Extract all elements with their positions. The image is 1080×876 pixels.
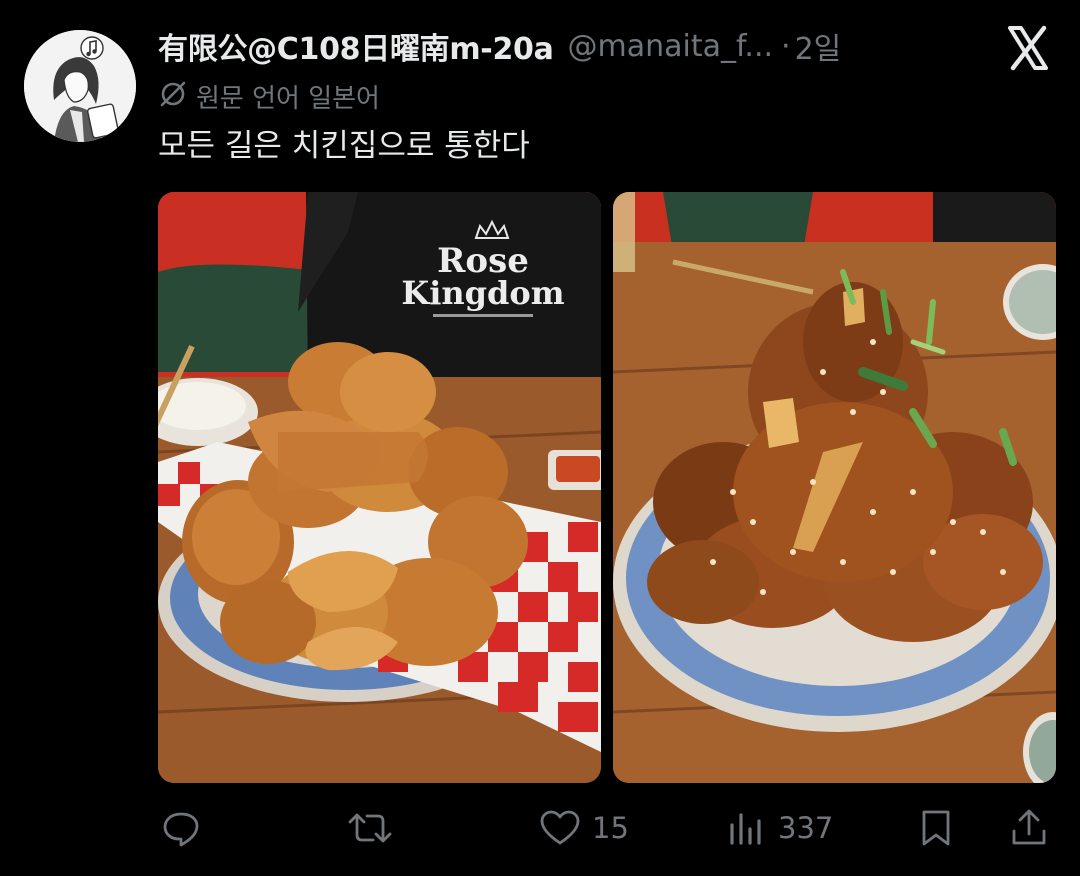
photo-sauced-chicken[interactable] (613, 192, 1056, 783)
action-bar: 15 337 (158, 800, 1056, 856)
bookmark-icon (916, 807, 956, 849)
bookmark-button[interactable] (916, 800, 956, 856)
views-count: 337 (778, 811, 834, 845)
like-button[interactable]: 15 (538, 800, 629, 856)
photo-fried-chicken[interactable]: Rose Kingdom (158, 192, 601, 783)
display-name[interactable]: 有限公@C108日曜南m-20a (158, 24, 554, 68)
tweet-header: 有限公@C108日曜南m-20a @manaita_f... · 2일 (158, 24, 841, 68)
like-icon (538, 807, 582, 849)
translate-row[interactable]: 원문 언어 일본어 (158, 78, 380, 114)
x-logo-icon[interactable] (1004, 24, 1052, 72)
shirt-text-kingdom: Kingdom (401, 274, 564, 312)
translate-label: 원문 언어 일본어 (196, 83, 380, 114)
share-button[interactable] (1008, 800, 1050, 856)
views-icon (728, 807, 768, 849)
retweet-icon (346, 807, 394, 849)
tweet-text: 모든 길은 치킨집으로 통한다 (158, 128, 530, 164)
share-icon (1008, 807, 1050, 849)
media-grid: Rose Kingdom (158, 192, 1056, 783)
retweet-button[interactable] (346, 800, 404, 856)
translate-icon (158, 79, 188, 113)
like-count: 15 (592, 811, 629, 845)
user-handle[interactable]: @manaita_f... (568, 29, 773, 64)
tweet: 有限公@C108日曜南m-20a @manaita_f... · 2일 원문 언… (0, 0, 1080, 876)
reply-button[interactable] (160, 800, 212, 856)
views-button[interactable]: 337 (728, 800, 833, 856)
tweet-time[interactable]: 2일 (795, 24, 842, 68)
reply-icon (160, 807, 202, 849)
avatar[interactable] (24, 30, 136, 142)
separator-dot: · (781, 28, 791, 64)
